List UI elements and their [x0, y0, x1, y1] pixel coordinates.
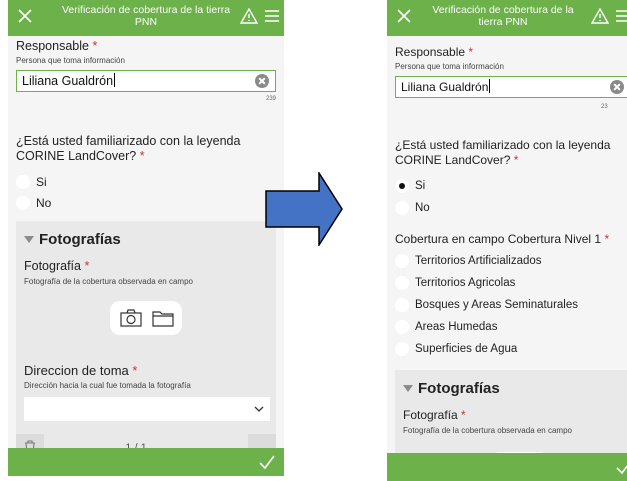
leyenda-question: ¿Está usted familiarizado con la leyenda…: [395, 138, 611, 167]
option-si-label: Si: [36, 175, 47, 189]
radio-cobertura-3[interactable]: [395, 298, 409, 312]
option-territorios-agricolas[interactable]: Territorios Agricolas: [395, 276, 515, 290]
screen-after: Verificación de cobertura de la tierra P…: [387, 0, 627, 481]
checkmark-icon[interactable]: [258, 453, 276, 471]
radio-no[interactable]: [395, 201, 409, 215]
foto-label: Fotografía *: [403, 408, 466, 422]
leyenda-question: ¿Está usted familiarizado con la leyenda…: [16, 134, 241, 163]
collapse-icon: [24, 236, 34, 243]
form-content: Responsable * Persona que toma informaci…: [387, 36, 627, 481]
option-label: Bosques y Areas Seminaturales: [415, 299, 579, 311]
checkmark-icon[interactable]: [615, 458, 627, 476]
responsable-label: Responsable *: [16, 39, 98, 53]
camera-icon[interactable]: [120, 309, 142, 327]
radio-si-selected[interactable]: [395, 179, 409, 193]
warning-icon[interactable]: [240, 7, 258, 25]
folder-icon[interactable]: [152, 309, 174, 327]
char-counter: 23: [601, 104, 608, 110]
text-caret: [489, 79, 491, 93]
fotografias-group: Fotografías Fotografía * Fotografía de l…: [16, 221, 276, 476]
menu-icon[interactable]: [264, 9, 280, 23]
arrow-right-icon: [265, 172, 343, 246]
responsable-input[interactable]: Liliana Gualdrón: [16, 70, 276, 92]
clear-icon[interactable]: [610, 80, 624, 94]
option-no-label: No: [36, 196, 52, 210]
option-territorios-artificializados[interactable]: Territorios Artificializados: [395, 254, 542, 268]
responsable-hint: Persona que toma información: [16, 56, 125, 65]
responsable-value: Liliana Gualdrón: [401, 80, 489, 94]
radio-cobertura-5[interactable]: [395, 342, 409, 356]
responsable-value: Liliana Gualdrón: [22, 74, 114, 88]
char-counter: 239: [265, 96, 276, 102]
responsable-hint: Persona que toma información: [395, 62, 504, 71]
option-label: Territorios Artificializados: [415, 255, 542, 267]
option-superficies-agua[interactable]: Superficies de Agua: [395, 342, 517, 356]
collapse-icon: [403, 385, 413, 392]
text-caret: [114, 73, 116, 87]
option-label: Territorios Agricolas: [415, 277, 516, 289]
option-si-label: Si: [415, 180, 426, 192]
app-header: Verificación de cobertura de la tierra P…: [8, 0, 284, 36]
foto-hint: Fotografía de la cobertura observada en …: [24, 277, 193, 286]
clear-icon[interactable]: [255, 74, 269, 88]
radio-si[interactable]: [16, 175, 30, 189]
option-label: Areas Humedas: [415, 321, 498, 333]
option-label: Superficies de Agua: [415, 343, 518, 355]
direccion-label: Direccion de toma *: [24, 363, 138, 378]
screen-before: Verificación de cobertura de la tierra P…: [8, 0, 284, 476]
bottom-bar: [8, 448, 284, 476]
option-areas-humedas[interactable]: Areas Humedas: [395, 320, 497, 334]
fotografias-group-title[interactable]: Fotografías: [403, 380, 500, 397]
option-no[interactable]: No: [16, 196, 51, 210]
foto-hint: Fotografía de la cobertura observada en …: [403, 426, 572, 435]
responsable-label: Responsable *: [395, 45, 474, 59]
radio-cobertura-4[interactable]: [395, 320, 409, 334]
photo-buttons: [110, 301, 182, 335]
form-content: Responsable * Persona que toma informaci…: [8, 36, 284, 476]
app-header: Verificación de cobertura de la tierra P…: [387, 0, 627, 36]
radio-cobertura-1[interactable]: [395, 254, 409, 268]
direccion-hint: Dirección hacia la cual fue tomada la fo…: [24, 381, 191, 390]
direccion-select[interactable]: [24, 397, 270, 421]
responsable-input[interactable]: Liliana Gualdrón: [395, 76, 627, 98]
radio-cobertura-2[interactable]: [395, 276, 409, 290]
option-no-label: No: [415, 202, 430, 214]
menu-icon[interactable]: [615, 9, 627, 23]
chevron-down-icon: [254, 406, 264, 412]
radio-no[interactable]: [16, 196, 30, 210]
bottom-bar: [387, 453, 627, 481]
option-no[interactable]: No: [395, 201, 430, 215]
warning-icon[interactable]: [591, 7, 609, 25]
fotografias-group-title[interactable]: Fotografías: [24, 231, 121, 248]
option-si[interactable]: Si: [16, 175, 47, 189]
option-bosques[interactable]: Bosques y Areas Seminaturales: [395, 298, 578, 312]
foto-label: Fotografía *: [24, 259, 90, 273]
option-si[interactable]: Si: [395, 179, 425, 193]
cobertura-label: Cobertura en campo Cobertura Nivel 1 *: [395, 232, 610, 246]
